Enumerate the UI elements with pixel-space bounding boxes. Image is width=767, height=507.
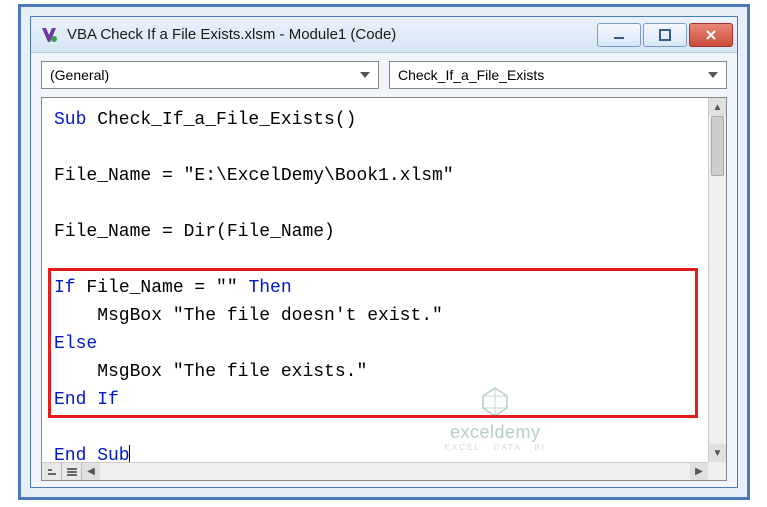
maximize-button[interactable] [643,23,687,47]
titlebar[interactable]: VBA Check If a File Exists.xlsm - Module… [31,17,737,53]
object-dropdown[interactable]: (General) [41,61,379,89]
scroll-corner [708,462,726,480]
scroll-thumb[interactable] [711,116,724,176]
window-title: VBA Check If a File Exists.xlsm - Module… [67,26,597,43]
code-window: VBA Check If a File Exists.xlsm - Module… [30,16,738,488]
minimize-button[interactable] [597,23,641,47]
dropdown-row: (General) Check_If_a_File_Exists [31,53,737,97]
hscroll-track[interactable] [100,463,690,480]
horizontal-scrollbar[interactable]: ◀ ▶ [42,462,708,480]
chevron-down-icon [704,65,722,85]
scroll-left-arrow-icon[interactable]: ◀ [82,463,100,480]
code-editor[interactable]: Sub Check_If_a_File_Exists() File_Name =… [41,97,727,481]
code-text[interactable]: Sub Check_If_a_File_Exists() File_Name =… [42,98,708,462]
vertical-scrollbar[interactable]: ▲ ▼ [708,98,726,462]
scroll-down-arrow-icon[interactable]: ▼ [709,444,726,462]
object-dropdown-value: (General) [50,67,109,83]
close-button[interactable] [689,23,733,47]
scroll-right-arrow-icon[interactable]: ▶ [690,463,708,480]
procedure-view-button[interactable] [42,463,62,480]
scroll-up-arrow-icon[interactable]: ▲ [709,98,726,116]
procedure-dropdown[interactable]: Check_If_a_File_Exists [389,61,727,89]
full-module-view-button[interactable] [62,463,82,480]
chevron-down-icon [356,65,374,85]
procedure-dropdown-value: Check_If_a_File_Exists [398,67,544,83]
vba-app-icon [39,25,59,45]
